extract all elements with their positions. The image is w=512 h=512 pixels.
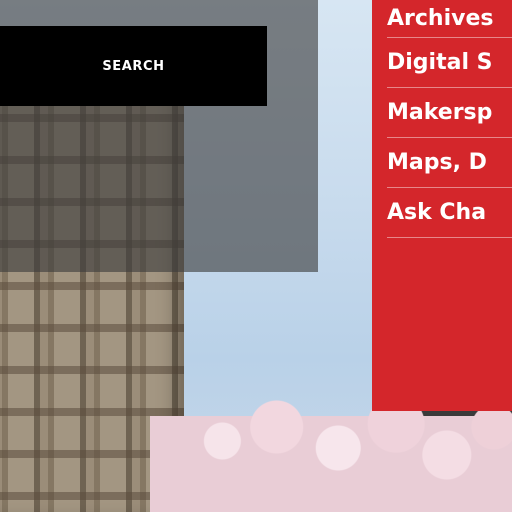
link-archives[interactable]: Archives — [387, 6, 493, 31]
quick-links-panel: Archives Digital S Makersp Maps, D Ask C… — [372, 0, 512, 411]
list-item: Maps, D — [387, 138, 512, 188]
list-item: Digital S — [387, 38, 512, 88]
link-digital[interactable]: Digital S — [387, 50, 493, 75]
link-makerspace[interactable]: Makersp — [387, 100, 492, 125]
search-panel: SEARCH — [0, 0, 318, 272]
list-item: Ask Cha — [387, 188, 512, 238]
list-item: Archives — [387, 0, 512, 38]
link-ask-chat[interactable]: Ask Cha — [387, 200, 486, 225]
quick-links-list: Archives Digital S Makersp Maps, D Ask C… — [387, 0, 512, 238]
link-maps[interactable]: Maps, D — [387, 150, 487, 175]
list-item: Makersp — [387, 88, 512, 138]
search-button[interactable]: SEARCH — [0, 26, 267, 106]
